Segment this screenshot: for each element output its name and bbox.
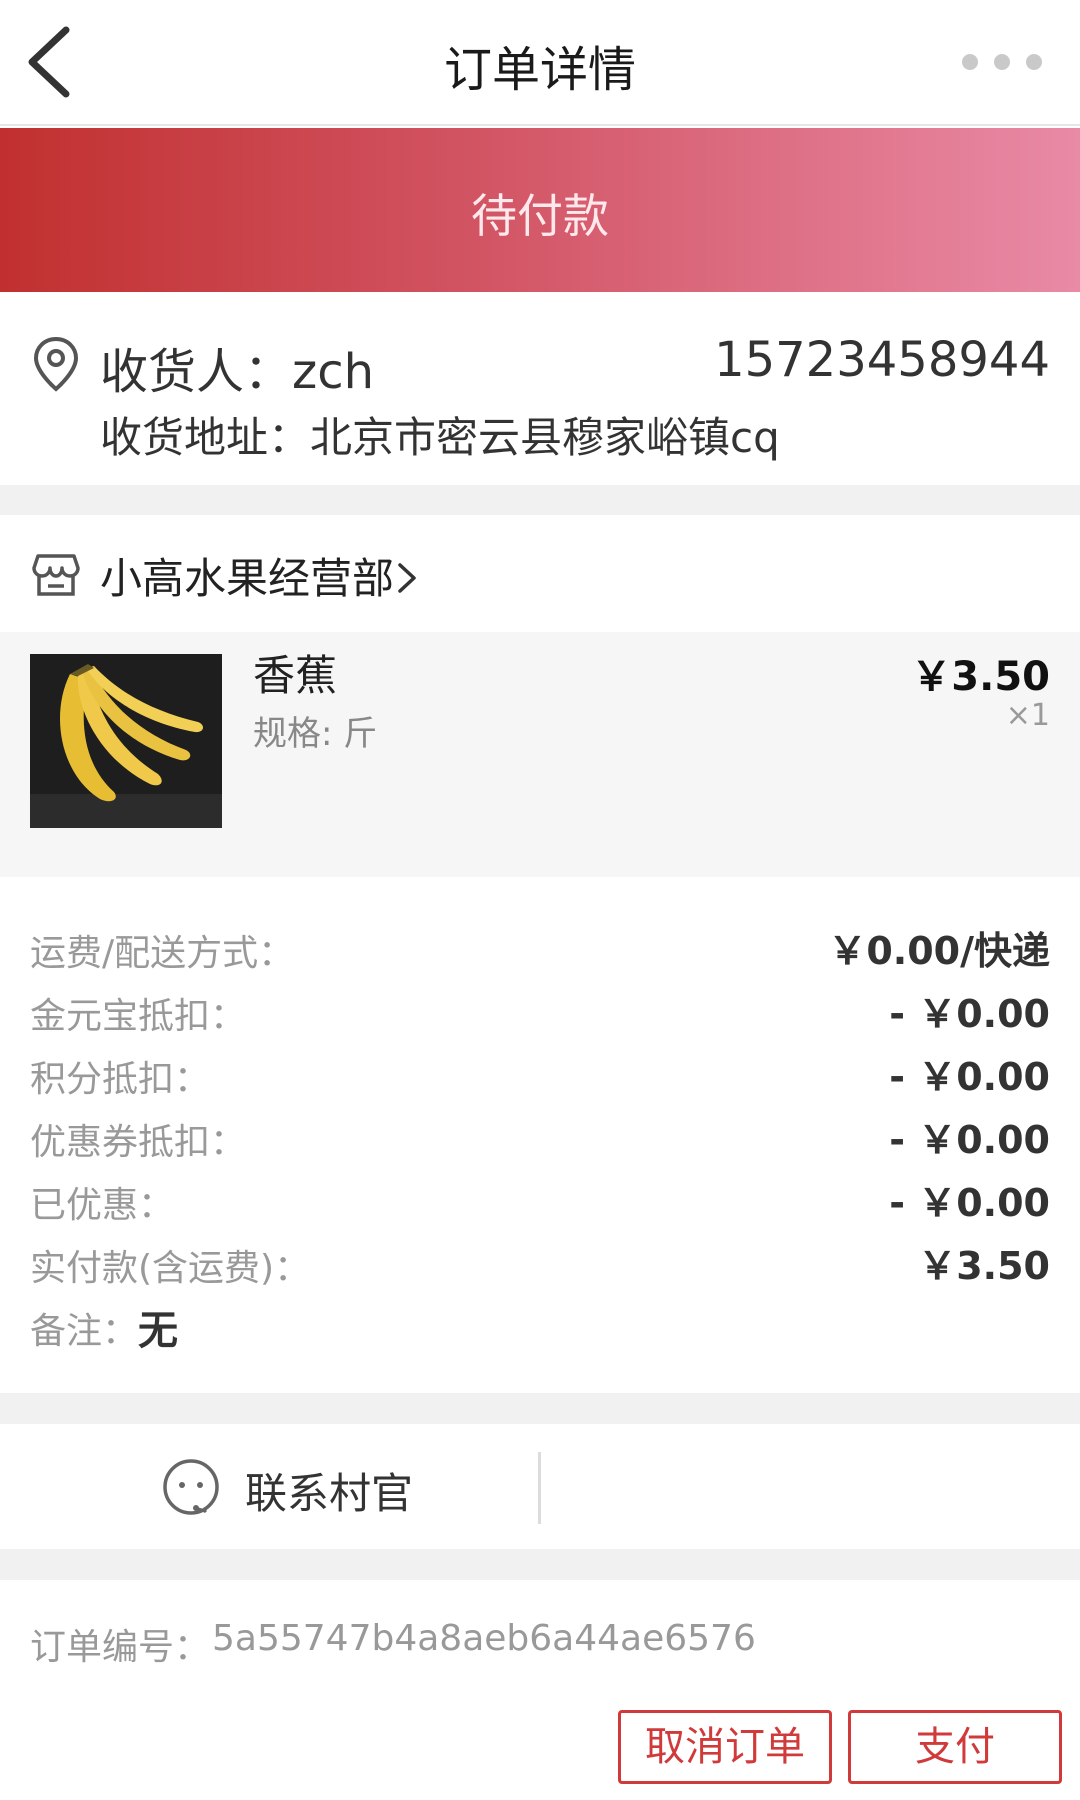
coupon-deduction-label: 优惠券抵扣： [30,1122,247,1163]
more-dots-icon[interactable] [962,44,1042,80]
vertical-divider [538,1452,541,1524]
shop-row[interactable]: 小高水果经营部 [0,515,1080,632]
shop-name: 小高水果经营部 [100,554,395,603]
page-title: 订单详情 [443,42,636,98]
paid-amount-row: 实付款(含运费)： ￥3.50 [0,1235,1080,1295]
gold-deduction-row: 金元宝抵扣： - ￥0.00 [0,983,1080,1043]
product-image [30,654,222,828]
cancel-order-button[interactable]: 取消订单 [618,1710,832,1784]
status-banner: 待付款 [0,128,1080,292]
product-quantity: ×1 [1005,698,1050,733]
contact-official-button[interactable]: 联系村官 [160,1454,460,1524]
dot [962,54,978,70]
order-number-value: 5a55747b4a8aeb6a44ae6576 [212,1618,756,1659]
paid-amount-value: ￥3.50 [918,1244,1050,1288]
note-row: 备注： 无 [0,1298,1080,1358]
chevron-right-icon [398,563,416,593]
contact-official-label: 联系村官 [245,1469,414,1518]
discount-row: 已优惠： - ￥0.00 [0,1172,1080,1232]
discount-value: - ￥0.00 [889,1181,1050,1225]
bottom-action-bar: 取消订单 支付 [0,1692,1080,1800]
top-nav-bar: 订单详情 [0,0,1080,126]
recipient-phone: 15723458944 [714,332,1050,388]
section-divider [0,485,1080,515]
dot [994,54,1010,70]
fee-summary: 运费/配送方式： ￥0.00/快递 金元宝抵扣： - ￥0.00 积分抵扣： -… [0,878,1080,1393]
discount-label: 已优惠： [30,1185,175,1226]
dot [1026,54,1042,70]
paid-amount-label: 实付款(含运费)： [30,1248,311,1289]
points-deduction-label: 积分抵扣： [30,1059,211,1100]
banana-image [30,654,222,828]
recipient-name: 收货人：zch [100,344,375,400]
product-name: 香蕉 [253,651,338,700]
section-divider [0,1549,1080,1580]
store-icon [32,554,80,596]
order-status: 待付款 [471,189,609,243]
location-pin-icon [33,336,79,392]
shipping-row: 运费/配送方式： ￥0.00/快递 [0,920,1080,980]
note-label: 备注： [30,1311,139,1352]
contact-section: 联系村官 [0,1424,1080,1549]
customer-service-icon [163,1459,219,1515]
coupon-deduction-row: 优惠券抵扣： - ￥0.00 [0,1109,1080,1169]
shipping-address-card[interactable]: 收货人：zch 15723458944 收货地址：北京市密云县穆家峪镇cq [0,292,1080,485]
product-item[interactable]: 香蕉 规格: 斤 ￥3.50 ×1 [0,632,1080,877]
product-spec: 规格: 斤 [253,714,378,754]
coupon-deduction-value: - ￥0.00 [889,1118,1050,1162]
shipping-value: ￥0.00/快递 [828,929,1050,973]
pay-button[interactable]: 支付 [848,1710,1062,1784]
note-value: 无 [138,1308,178,1354]
order-number-label: 订单编号： [30,1627,211,1668]
gold-deduction-value: - ￥0.00 [889,992,1050,1036]
gold-deduction-label: 金元宝抵扣： [30,996,247,1037]
shipping-address: 收货地址：北京市密云县穆家峪镇cq [100,413,780,462]
points-deduction-value: - ￥0.00 [889,1055,1050,1099]
section-divider [0,1393,1080,1424]
shipping-label: 运费/配送方式： [30,933,295,974]
points-deduction-row: 积分抵扣： - ￥0.00 [0,1046,1080,1106]
product-price: ￥3.50 [911,654,1050,700]
